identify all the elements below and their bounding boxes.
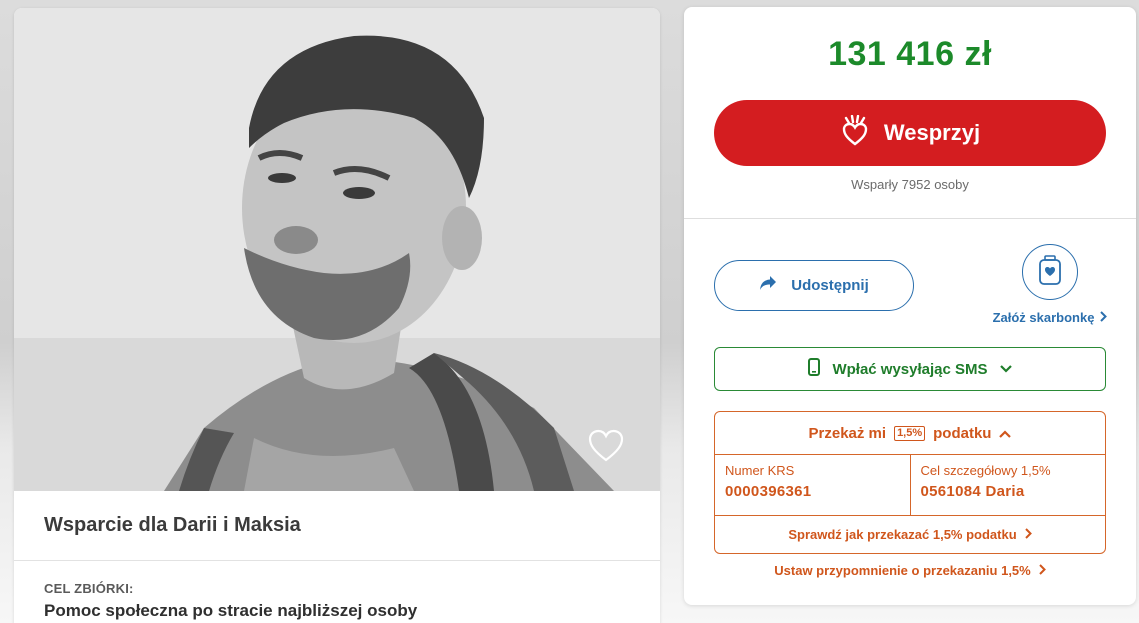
tax-header-suffix: podatku	[933, 424, 992, 442]
tax-header-toggle[interactable]: Przekaż mi 1,5% podatku	[715, 412, 1105, 455]
favorite-heart-icon[interactable]	[588, 429, 624, 463]
tax-details: Numer KRS 0000396361 Cel szczegółowy 1,5…	[715, 455, 1105, 516]
piggy-link-label: Załóż skarbonkę	[992, 310, 1095, 325]
chevron-right-icon	[1039, 563, 1046, 578]
share-arrow-icon	[759, 275, 777, 296]
krs-value: 0000396361	[725, 483, 812, 500]
divider	[684, 218, 1136, 219]
heart-hand-icon	[840, 114, 870, 152]
tax-reminder-link[interactable]: Ustaw przypomnienie o przekazaniu 1,5%	[684, 563, 1136, 578]
piggy-bank-button[interactable]	[1022, 244, 1078, 300]
piggy-bank-icon	[1037, 254, 1063, 291]
share-button[interactable]: Udostępnij	[714, 260, 914, 311]
goal-value: Pomoc społeczna po stracie najbliższej o…	[44, 601, 418, 620]
tax-reminder-label: Ustaw przypomnienie o przekazaniu 1,5%	[774, 563, 1031, 578]
donation-panel: 131 416 zł Wesprzyj Wsparły 7952 osoby U…	[684, 7, 1136, 605]
detail-goal-value: 0561084 Daria	[920, 483, 1025, 500]
chevron-right-icon	[1100, 310, 1108, 325]
detail-goal-label: Cel szczegółowy 1,5%	[920, 463, 1051, 478]
create-piggy-bank-link[interactable]: Załóż skarbonkę	[980, 310, 1120, 325]
chevron-down-icon	[999, 360, 1012, 378]
campaign-goal: CEL ZBIÓRKI: Pomoc społeczna po stracie …	[14, 561, 660, 621]
krs-cell: Numer KRS 0000396361	[715, 455, 910, 515]
sms-button-label: Wpłać wysyłając SMS	[832, 360, 988, 378]
campaign-title: Wsparcie dla Darii i Maksia	[44, 514, 301, 536]
person-photo-illustration	[14, 8, 660, 491]
phone-icon	[808, 357, 821, 381]
support-button[interactable]: Wesprzyj	[714, 100, 1106, 166]
share-button-label: Udostępnij	[791, 277, 869, 294]
chevron-right-icon	[1024, 527, 1032, 542]
tax-transfer-box: Przekaż mi 1,5% podatku Numer KRS 000039…	[714, 411, 1106, 554]
supporters-count: Wsparły 7952 osoby	[851, 177, 969, 192]
tax-how-to-link[interactable]: Sprawdź jak przekazać 1,5% podatku	[715, 516, 1105, 553]
krs-label: Numer KRS	[725, 463, 795, 478]
campaign-photo	[14, 8, 660, 491]
tax-how-to-label: Sprawdź jak przekazać 1,5% podatku	[788, 527, 1017, 542]
title-row: Wsparcie dla Darii i Maksia	[14, 491, 660, 561]
sms-donate-button[interactable]: Wpłać wysyłając SMS	[714, 347, 1106, 391]
collected-amount: 131 416 zł	[828, 35, 992, 73]
detail-goal-cell: Cel szczegółowy 1,5% 0561084 Daria	[909, 455, 1106, 515]
support-button-label: Wesprzyj	[883, 120, 981, 145]
tax-header-prefix: Przekaż mi	[808, 424, 887, 442]
chevron-up-icon	[999, 425, 1012, 442]
goal-label: CEL ZBIÓRKI:	[44, 581, 134, 596]
campaign-card: Wsparcie dla Darii i Maksia CEL ZBIÓRKI:…	[14, 8, 660, 623]
tax-percent-badge: 1,5%	[894, 425, 926, 441]
